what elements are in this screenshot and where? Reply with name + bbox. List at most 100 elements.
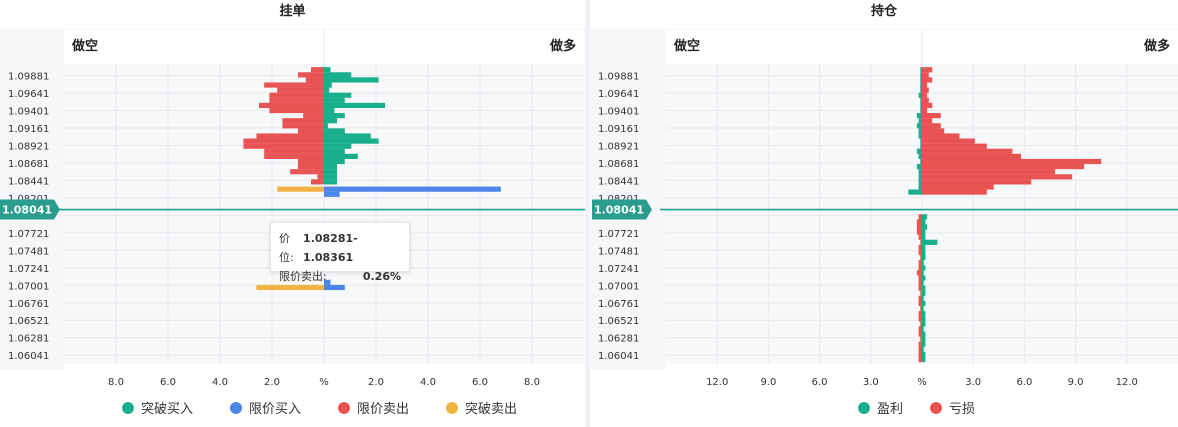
x-tick-label: 6.0	[1016, 377, 1032, 388]
bar-left	[259, 102, 324, 109]
bar-left	[916, 224, 922, 230]
y-tick-label: 1.06761	[8, 299, 49, 310]
bar-left	[918, 341, 922, 347]
bar-right	[922, 265, 926, 271]
bar-left	[920, 67, 922, 73]
bar-left	[264, 153, 324, 160]
bar-right	[922, 295, 924, 301]
legend-swatch	[338, 402, 350, 414]
y-tick-label: 1.06281	[598, 334, 639, 345]
x-tick-label: 6.0	[812, 377, 828, 388]
bar-left	[918, 92, 922, 98]
y-tick-label: 1.06761	[598, 299, 639, 310]
bar-right	[324, 148, 345, 154]
bar-left	[920, 239, 922, 245]
bar-right	[324, 107, 335, 114]
bar-left	[918, 356, 922, 363]
bar-right	[922, 184, 994, 190]
orders-panel: 挂单 做空 做多 1.09881 1.09641 1.09401 1.09161 1.0892…	[0, 0, 585, 427]
bar-left	[916, 113, 922, 119]
x-tick-label: %	[917, 377, 927, 388]
y-tick-label: 1.06041	[598, 351, 639, 362]
bar-right	[922, 113, 941, 119]
y-tick-label: 1.07001	[598, 281, 639, 292]
bar-left	[269, 107, 324, 114]
bar-left	[918, 214, 922, 220]
bar-left	[918, 285, 922, 291]
bar-right	[922, 305, 924, 312]
bar-right	[324, 158, 345, 165]
tooltip-price-label: 价位:	[279, 232, 294, 264]
legend-swatch	[446, 402, 458, 414]
bar-left	[918, 234, 922, 240]
bar-left	[311, 67, 324, 73]
bar-left	[918, 169, 922, 175]
bar-right	[922, 92, 928, 98]
bar-left	[916, 148, 922, 154]
bar-right	[922, 224, 928, 230]
bar-left	[918, 275, 922, 281]
y-tick-label: 1.08681	[598, 159, 639, 170]
bar-left	[918, 118, 922, 124]
bar-right	[922, 128, 945, 134]
bar-left	[918, 179, 922, 185]
bar-right	[922, 311, 926, 317]
legend-label: 亏损	[949, 402, 975, 417]
bar-right	[922, 143, 987, 149]
bar-right	[324, 118, 337, 124]
x-tick-label: 8.0	[108, 377, 124, 388]
bar-right	[324, 97, 345, 103]
positions-panel: 持仓 做空 做多 1.09881 1.09641 1.09401 1.09161 1.0892…	[590, 0, 1178, 427]
bar-right	[324, 163, 337, 170]
bar-right	[922, 336, 926, 342]
bar-left	[918, 351, 922, 358]
bar-left	[298, 158, 324, 165]
y-tick-label: 1.09641	[598, 89, 639, 100]
bar-left	[920, 102, 922, 109]
bar-left	[918, 300, 922, 307]
y-tick-label: 1.08681	[8, 159, 49, 170]
bar-left	[920, 97, 922, 103]
bar-left	[918, 346, 922, 352]
y-tick-label: 1.06521	[598, 316, 639, 327]
bar-left	[298, 128, 324, 134]
bar-right	[922, 102, 933, 109]
x-tick-label: %	[319, 377, 329, 388]
bar-left	[264, 82, 324, 88]
bar-left	[918, 128, 922, 134]
bar-left	[298, 163, 324, 170]
bar-right	[922, 77, 933, 83]
bar-left	[916, 123, 922, 129]
bar-right	[324, 72, 352, 78]
legend-label: 限价卖出	[357, 402, 409, 417]
y-tick-label: 1.07721	[8, 229, 49, 240]
bar-right	[922, 158, 1102, 165]
bar-right	[922, 275, 926, 281]
y-tick-label: 1.07001	[8, 281, 49, 292]
x-tick-label: 6.0	[472, 377, 488, 388]
legend-swatch	[230, 402, 242, 414]
bar-left	[916, 270, 922, 276]
bar-right	[922, 346, 924, 352]
bar-right	[922, 219, 926, 225]
y-tick-label: 1.06521	[8, 316, 49, 327]
bar-right	[922, 341, 926, 347]
bar-right	[324, 191, 340, 197]
x-tick-label: 9.0	[1068, 377, 1084, 388]
bar-right	[922, 214, 928, 220]
bar-right	[922, 356, 926, 363]
bar-right	[324, 87, 330, 93]
bar-right	[922, 118, 933, 124]
chart-title: 持仓	[871, 3, 898, 19]
bar-right	[324, 153, 358, 160]
chart-title: 挂单	[279, 3, 305, 19]
y-tick-label: 1.07241	[598, 264, 639, 275]
bar-left	[918, 316, 922, 322]
bar-right	[922, 179, 1032, 185]
bar-left	[918, 133, 922, 139]
bar-left	[918, 326, 922, 332]
bar-right	[922, 321, 926, 327]
bar-right	[922, 123, 941, 129]
legend-swatch	[122, 402, 134, 414]
x-tick-label: 3.0	[965, 377, 981, 388]
